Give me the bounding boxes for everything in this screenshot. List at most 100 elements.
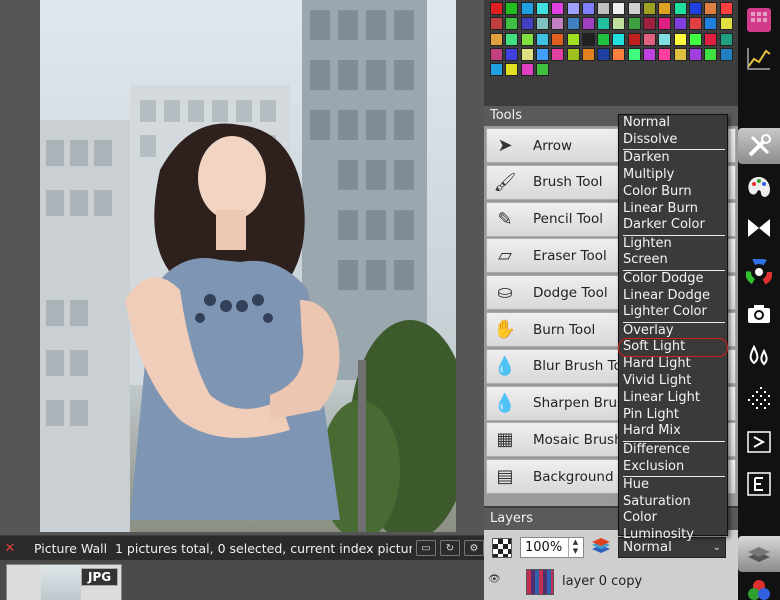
color-swatch[interactable] xyxy=(566,17,580,31)
color-swatch[interactable] xyxy=(673,17,687,31)
color-swatch[interactable] xyxy=(658,17,672,31)
blend-item-multiply[interactable]: Multiply xyxy=(619,167,727,184)
color-swatch[interactable] xyxy=(719,2,733,15)
color-swatch[interactable] xyxy=(581,2,595,15)
color-swatch[interactable] xyxy=(535,32,549,46)
blend-item-screen[interactable]: Screen xyxy=(619,252,727,269)
rgb-circles-icon[interactable] xyxy=(739,572,779,600)
color-swatch[interactable] xyxy=(505,47,519,61)
histogram-icon[interactable] xyxy=(739,40,779,76)
color-swatch[interactable] xyxy=(551,17,565,31)
close-icon[interactable]: ✕ xyxy=(0,541,20,556)
blend-item-darker-color[interactable]: Darker Color xyxy=(619,217,727,234)
color-swatch[interactable] xyxy=(658,32,672,46)
color-swatch[interactable] xyxy=(490,47,503,61)
color-swatch[interactable] xyxy=(490,63,503,77)
blend-item-hue[interactable]: Hue xyxy=(619,477,727,494)
blend-item-soft-light[interactable]: Soft Light xyxy=(618,338,728,358)
color-swatch[interactable] xyxy=(490,2,503,15)
color-swatch[interactable] xyxy=(704,2,718,15)
palette-grid-icon[interactable] xyxy=(739,2,779,38)
color-swatch[interactable] xyxy=(535,47,549,61)
blend-item-color-dodge[interactable]: Color Dodge xyxy=(619,271,727,288)
blend-item-hard-light[interactable]: Hard Light xyxy=(619,356,727,373)
color-swatch[interactable] xyxy=(719,47,733,61)
blend-item-lighter-color[interactable]: Lighter Color xyxy=(619,304,727,321)
color-swatch[interactable] xyxy=(505,17,519,31)
blend-item-exclusion[interactable]: Exclusion xyxy=(619,459,727,476)
blend-item-linear-burn[interactable]: Linear Burn xyxy=(619,201,727,218)
color-swatch[interactable] xyxy=(505,32,519,46)
color-swatch[interactable] xyxy=(719,17,733,31)
color-swatch[interactable] xyxy=(704,32,718,46)
color-swatch[interactable] xyxy=(597,17,611,31)
color-swatch[interactable] xyxy=(643,32,656,46)
color-wheel-icon[interactable] xyxy=(739,254,779,290)
color-swatch[interactable] xyxy=(566,2,580,15)
drops-icon[interactable] xyxy=(739,338,779,374)
camera-icon[interactable] xyxy=(739,296,779,332)
color-swatch[interactable] xyxy=(520,47,534,61)
blend-item-linear-light[interactable]: Linear Light xyxy=(619,390,727,407)
blend-item-color-burn[interactable]: Color Burn xyxy=(619,184,727,201)
picture-thumbnail[interactable]: JPG xyxy=(6,564,122,600)
color-swatch[interactable] xyxy=(581,17,595,31)
color-swatch[interactable] xyxy=(551,47,565,61)
blend-item-luminosity[interactable]: Luminosity xyxy=(619,527,727,544)
blend-item-lighten[interactable]: Lighten xyxy=(619,236,727,253)
color-swatch[interactable] xyxy=(688,2,702,15)
color-swatch[interactable] xyxy=(520,32,534,46)
color-swatch[interactable] xyxy=(612,32,626,46)
color-swatch[interactable] xyxy=(597,47,611,61)
color-swatch[interactable] xyxy=(673,32,687,46)
color-swatch[interactable] xyxy=(581,32,595,46)
color-swatch[interactable] xyxy=(627,32,641,46)
color-swatch[interactable] xyxy=(719,32,733,46)
color-swatch[interactable] xyxy=(520,63,534,77)
text-frame-icon[interactable] xyxy=(739,466,779,502)
visibility-eye-icon[interactable]: 👁 xyxy=(488,574,501,585)
paint-palette-icon[interactable] xyxy=(739,170,779,206)
color-swatch[interactable] xyxy=(643,17,656,31)
blend-item-linear-dodge[interactable]: Linear Dodge xyxy=(619,288,727,305)
color-swatch[interactable] xyxy=(505,2,519,15)
color-swatch[interactable] xyxy=(612,2,626,15)
color-swatch[interactable] xyxy=(551,2,565,15)
blend-item-saturation[interactable]: Saturation xyxy=(619,494,727,511)
color-swatch[interactable] xyxy=(566,47,580,61)
color-swatch[interactable] xyxy=(490,17,503,31)
color-swatch[interactable] xyxy=(581,47,595,61)
canvas-area[interactable] xyxy=(0,0,484,535)
color-swatch[interactable] xyxy=(612,47,626,61)
color-swatch[interactable] xyxy=(704,47,718,61)
color-swatch[interactable] xyxy=(597,2,611,15)
color-swatch[interactable] xyxy=(627,47,641,61)
layer-stack-icon[interactable] xyxy=(590,537,612,557)
blend-item-overlay[interactable]: Overlay xyxy=(619,323,727,340)
color-swatch[interactable] xyxy=(643,47,656,61)
wall-options-icon[interactable]: ⚙ xyxy=(464,540,484,556)
blend-item-vivid-light[interactable]: Vivid Light xyxy=(619,373,727,390)
color-swatch[interactable] xyxy=(627,17,641,31)
blend-item-color[interactable]: Color xyxy=(619,510,727,527)
color-swatch[interactable] xyxy=(520,17,534,31)
color-swatch[interactable] xyxy=(627,2,641,15)
blend-item-normal[interactable]: Normal xyxy=(619,115,727,132)
blend-item-darken[interactable]: Darken xyxy=(619,150,727,167)
blend-item-hard-mix[interactable]: Hard Mix xyxy=(619,423,727,440)
arrow-right-icon[interactable] xyxy=(739,424,779,460)
photo-canvas[interactable] xyxy=(40,0,456,532)
color-swatch[interactable] xyxy=(490,32,503,46)
color-swatch[interactable] xyxy=(535,2,549,15)
color-swatch[interactable] xyxy=(535,63,549,77)
color-swatch[interactable] xyxy=(612,17,626,31)
blend-item-pin-light[interactable]: Pin Light xyxy=(619,407,727,424)
bow-tie-icon[interactable] xyxy=(739,210,779,246)
color-swatch[interactable] xyxy=(688,17,702,31)
color-swatch[interactable] xyxy=(643,2,656,15)
noise-pattern-icon[interactable] xyxy=(739,380,779,416)
transparency-icon[interactable] xyxy=(492,538,512,558)
blend-item-dissolve[interactable]: Dissolve xyxy=(619,132,727,149)
wall-refresh-icon[interactable]: ↻ xyxy=(440,540,460,556)
color-swatch[interactable] xyxy=(566,32,580,46)
